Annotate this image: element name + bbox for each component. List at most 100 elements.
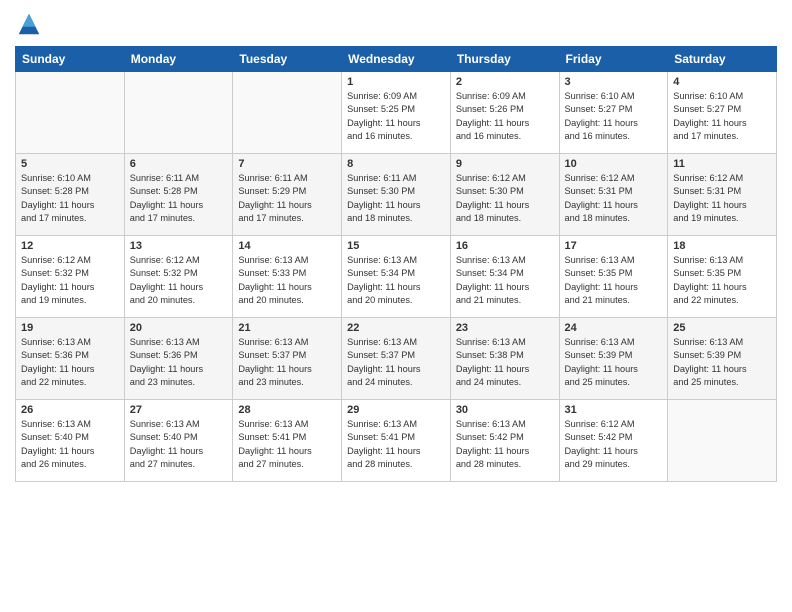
calendar-cell bbox=[233, 72, 342, 154]
day-header-monday: Monday bbox=[124, 47, 233, 72]
day-info: Sunrise: 6:13 AM Sunset: 5:38 PM Dayligh… bbox=[456, 336, 554, 389]
day-info: Sunrise: 6:11 AM Sunset: 5:30 PM Dayligh… bbox=[347, 172, 445, 225]
calendar-cell bbox=[668, 400, 777, 482]
day-info: Sunrise: 6:09 AM Sunset: 5:25 PM Dayligh… bbox=[347, 90, 445, 143]
calendar-cell: 8 Sunrise: 6:11 AM Sunset: 5:30 PM Daylig… bbox=[342, 154, 451, 236]
day-info: Sunrise: 6:13 AM Sunset: 5:37 PM Dayligh… bbox=[347, 336, 445, 389]
day-info: Sunrise: 6:13 AM Sunset: 5:39 PM Dayligh… bbox=[673, 336, 771, 389]
calendar-cell: 19Sunrise: 6:13 AM Sunset: 5:36 PM Dayli… bbox=[16, 318, 125, 400]
day-number: 29 bbox=[347, 404, 445, 416]
calendar-cell: 1Sunrise: 6:09 AM Sunset: 5:25 PM Daylig… bbox=[342, 72, 451, 154]
day-number: 25 bbox=[673, 322, 771, 334]
calendar-cell: 29 Sunrise: 6:13 AM Sunset: 5:41 PM Dayli… bbox=[342, 400, 451, 482]
calendar-cell: 5 Sunrise: 6:10 AM Sunset: 5:28 PM Daylig… bbox=[16, 154, 125, 236]
day-info: Sunrise: 6:09 AM Sunset: 5:26 PM Dayligh… bbox=[456, 90, 554, 143]
calendar-cell: 26 Sunrise: 6:13 AM Sunset: 5:40 PM Dayli… bbox=[16, 400, 125, 482]
day-number: 7 bbox=[238, 158, 336, 170]
week-row-4: 19 Sunrise: 6:13 AM Sunset: 5:36 PM Dayli… bbox=[16, 318, 777, 400]
day-info: Sunrise: 6:12 AM Sunset: 5:42 PM Dayligh… bbox=[565, 418, 663, 471]
calendar-cell: 18 Sunrise: 6:13 AM Sunset: 5:35 PM Dayli… bbox=[668, 236, 777, 318]
day-info: Sunrise: 6:10 AM Sunset: 5:27 PM Dayligh… bbox=[673, 90, 771, 143]
header-row: SundayMondayTuesdayWednesdayThursdayFrid… bbox=[16, 47, 777, 72]
week-row-3: 12Sunrise: 6:12 AM Sunset: 5:32 PM Dayli… bbox=[16, 236, 777, 318]
day-info: Sunrise: 6:12 AM Sunset: 5:32 PM Dayligh… bbox=[130, 254, 228, 307]
day-number: 24 bbox=[565, 322, 663, 334]
calendar-cell: 2 Sunrise: 6:09 AM Sunset: 5:26 PM Daylig… bbox=[450, 72, 559, 154]
calendar-cell: 20 Sunrise: 6:13 AM Sunset: 5:36 PM Dayli… bbox=[124, 318, 233, 400]
calendar-cell: 14 Sunrise: 6:13 AM Sunset: 5:33 PM Dayli… bbox=[233, 236, 342, 318]
day-info: Sunrise: 6:13 AM Sunset: 5:40 PM Dayligh… bbox=[130, 418, 228, 471]
logo-icon bbox=[15, 10, 43, 38]
calendar-cell: 17Sunrise: 6:13 AM Sunset: 5:35 PM Dayli… bbox=[559, 236, 668, 318]
day-number: 4 bbox=[673, 76, 771, 88]
calendar-cell: 15 Sunrise: 6:13 AM Sunset: 5:34 PM Dayli… bbox=[342, 236, 451, 318]
day-number: 30 bbox=[456, 404, 554, 416]
day-info: Sunrise: 6:11 AM Sunset: 5:29 PM Dayligh… bbox=[238, 172, 336, 225]
day-number: 11 bbox=[673, 158, 771, 170]
calendar-cell bbox=[16, 72, 125, 154]
calendar-cell: 16 Sunrise: 6:13 AM Sunset: 5:34 PM Dayli… bbox=[450, 236, 559, 318]
week-row-1: 1Sunrise: 6:09 AM Sunset: 5:25 PM Daylig… bbox=[16, 72, 777, 154]
day-number: 28 bbox=[238, 404, 336, 416]
day-info: Sunrise: 6:10 AM Sunset: 5:28 PM Dayligh… bbox=[21, 172, 119, 225]
day-header-tuesday: Tuesday bbox=[233, 47, 342, 72]
page: SundayMondayTuesdayWednesdayThursdayFrid… bbox=[0, 0, 792, 612]
day-number: 13 bbox=[130, 240, 228, 252]
week-row-5: 26 Sunrise: 6:13 AM Sunset: 5:40 PM Dayli… bbox=[16, 400, 777, 482]
calendar: SundayMondayTuesdayWednesdayThursdayFrid… bbox=[15, 46, 777, 482]
day-info: Sunrise: 6:12 AM Sunset: 5:32 PM Dayligh… bbox=[21, 254, 119, 307]
day-info: Sunrise: 6:11 AM Sunset: 5:28 PM Dayligh… bbox=[130, 172, 228, 225]
day-number: 2 bbox=[456, 76, 554, 88]
calendar-cell: 9 Sunrise: 6:12 AM Sunset: 5:30 PM Daylig… bbox=[450, 154, 559, 236]
day-number: 21 bbox=[238, 322, 336, 334]
calendar-cell: 6 Sunrise: 6:11 AM Sunset: 5:28 PM Daylig… bbox=[124, 154, 233, 236]
day-info: Sunrise: 6:13 AM Sunset: 5:34 PM Dayligh… bbox=[347, 254, 445, 307]
calendar-cell: 30 Sunrise: 6:13 AM Sunset: 5:42 PM Dayli… bbox=[450, 400, 559, 482]
day-number: 5 bbox=[21, 158, 119, 170]
day-number: 18 bbox=[673, 240, 771, 252]
day-number: 8 bbox=[347, 158, 445, 170]
day-info: Sunrise: 6:13 AM Sunset: 5:35 PM Dayligh… bbox=[673, 254, 771, 307]
header bbox=[15, 10, 777, 38]
calendar-cell: 4 Sunrise: 6:10 AM Sunset: 5:27 PM Daylig… bbox=[668, 72, 777, 154]
day-number: 16 bbox=[456, 240, 554, 252]
day-info: Sunrise: 6:13 AM Sunset: 5:37 PM Dayligh… bbox=[238, 336, 336, 389]
day-info: Sunrise: 6:12 AM Sunset: 5:31 PM Dayligh… bbox=[673, 172, 771, 225]
day-number: 19 bbox=[21, 322, 119, 334]
day-number: 6 bbox=[130, 158, 228, 170]
day-info: Sunrise: 6:10 AM Sunset: 5:27 PM Dayligh… bbox=[565, 90, 663, 143]
day-number: 26 bbox=[21, 404, 119, 416]
calendar-cell: 13 Sunrise: 6:12 AM Sunset: 5:32 PM Dayli… bbox=[124, 236, 233, 318]
day-info: Sunrise: 6:12 AM Sunset: 5:31 PM Dayligh… bbox=[565, 172, 663, 225]
calendar-header: SundayMondayTuesdayWednesdayThursdayFrid… bbox=[16, 47, 777, 72]
day-info: Sunrise: 6:13 AM Sunset: 5:42 PM Dayligh… bbox=[456, 418, 554, 471]
day-header-thursday: Thursday bbox=[450, 47, 559, 72]
calendar-cell: 28 Sunrise: 6:13 AM Sunset: 5:41 PM Dayli… bbox=[233, 400, 342, 482]
day-info: Sunrise: 6:13 AM Sunset: 5:41 PM Dayligh… bbox=[347, 418, 445, 471]
day-header-wednesday: Wednesday bbox=[342, 47, 451, 72]
calendar-cell: 23 Sunrise: 6:13 AM Sunset: 5:38 PM Dayli… bbox=[450, 318, 559, 400]
day-info: Sunrise: 6:13 AM Sunset: 5:33 PM Dayligh… bbox=[238, 254, 336, 307]
day-number: 15 bbox=[347, 240, 445, 252]
calendar-cell: 10 Sunrise: 6:12 AM Sunset: 5:31 PM Dayli… bbox=[559, 154, 668, 236]
day-number: 20 bbox=[130, 322, 228, 334]
calendar-cell: 22Sunrise: 6:13 AM Sunset: 5:37 PM Dayli… bbox=[342, 318, 451, 400]
day-info: Sunrise: 6:13 AM Sunset: 5:40 PM Dayligh… bbox=[21, 418, 119, 471]
calendar-cell bbox=[124, 72, 233, 154]
day-number: 9 bbox=[456, 158, 554, 170]
calendar-cell: 25 Sunrise: 6:13 AM Sunset: 5:39 PM Dayli… bbox=[668, 318, 777, 400]
day-info: Sunrise: 6:12 AM Sunset: 5:30 PM Dayligh… bbox=[456, 172, 554, 225]
calendar-body: 1Sunrise: 6:09 AM Sunset: 5:25 PM Daylig… bbox=[16, 72, 777, 482]
day-info: Sunrise: 6:13 AM Sunset: 5:41 PM Dayligh… bbox=[238, 418, 336, 471]
day-header-friday: Friday bbox=[559, 47, 668, 72]
day-info: Sunrise: 6:13 AM Sunset: 5:34 PM Dayligh… bbox=[456, 254, 554, 307]
day-number: 10 bbox=[565, 158, 663, 170]
day-info: Sunrise: 6:13 AM Sunset: 5:36 PM Dayligh… bbox=[130, 336, 228, 389]
day-header-sunday: Sunday bbox=[16, 47, 125, 72]
day-number: 23 bbox=[456, 322, 554, 334]
day-number: 27 bbox=[130, 404, 228, 416]
day-number: 14 bbox=[238, 240, 336, 252]
calendar-cell: 7 Sunrise: 6:11 AM Sunset: 5:29 PM Daylig… bbox=[233, 154, 342, 236]
day-info: Sunrise: 6:13 AM Sunset: 5:39 PM Dayligh… bbox=[565, 336, 663, 389]
day-number: 3 bbox=[565, 76, 663, 88]
